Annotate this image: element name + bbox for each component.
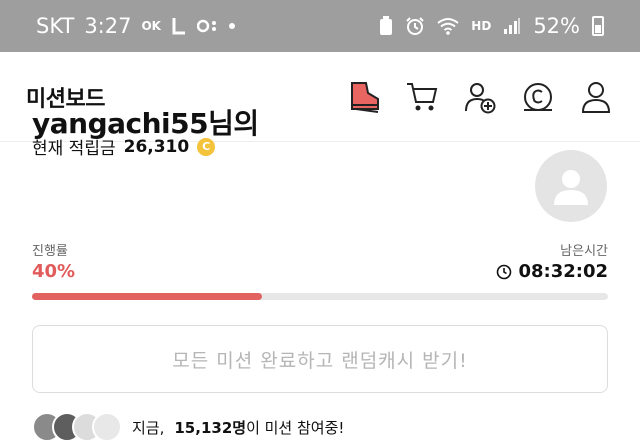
battery-percent: 52% [533, 14, 580, 38]
hd-voice-icon: HD [471, 19, 492, 33]
dual-dot-icon [196, 19, 219, 33]
coin-icon: C [197, 137, 216, 156]
cart-icon[interactable] [404, 79, 440, 115]
participants-count: 15,132명 [174, 418, 247, 437]
participant-avatar [92, 412, 122, 442]
progress-fill [32, 293, 263, 300]
participants-row: 지금, 15,132명 이 미션 참여중! [32, 412, 344, 442]
header-actions [346, 79, 614, 115]
time-remaining-label: 남은시간 [560, 244, 608, 259]
progress-label: 진행률 [32, 244, 68, 259]
status-bar: SKT 3:27 OK HD 52% [0, 0, 640, 52]
avatar[interactable] [535, 150, 607, 222]
coin-history-icon[interactable] [520, 79, 556, 115]
my-page-icon[interactable] [578, 79, 614, 115]
balance-label: 현재 적립금 [32, 139, 116, 159]
alarm-icon [405, 16, 425, 36]
participants-suffix: 이 미션 참여중! [246, 418, 345, 437]
notification-dot-icon [228, 23, 235, 29]
clock: 3:27 [84, 14, 132, 38]
progress-bar [32, 293, 608, 300]
progress-info: 진행률 40% 남은시간 08:32:02 [32, 240, 608, 284]
carrier-label: SKT [36, 14, 75, 38]
signal-icon [503, 17, 521, 35]
participants-prefix: 지금, [132, 418, 165, 437]
progress-percent: 40% [32, 261, 76, 282]
battery-icon [592, 16, 604, 36]
participant-avatars [32, 412, 122, 442]
line-app-icon [171, 17, 187, 35]
ok-cashbag-icon: OK [141, 19, 161, 33]
default-avatar-icon [554, 170, 588, 205]
clock-icon [497, 264, 512, 279]
balance-row: 현재 적립금 26,310 C [32, 134, 216, 159]
add-friend-icon[interactable] [462, 79, 498, 115]
shoe-icon[interactable] [346, 79, 382, 115]
balance-amount: 26,310 [123, 136, 190, 157]
wifi-icon [437, 17, 459, 35]
time-remaining-value: 08:32:02 [518, 261, 608, 282]
battery-saver-icon [379, 16, 393, 36]
complete-all-reward-button[interactable]: 모든 미션 완료하고 랜덤캐시 받기! [32, 325, 608, 393]
